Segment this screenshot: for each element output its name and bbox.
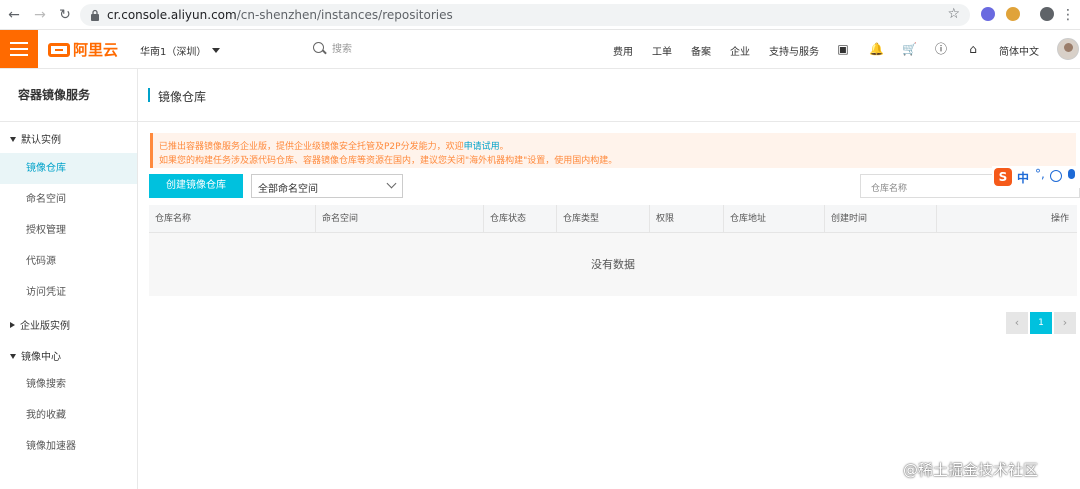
title-accent-bar — [148, 88, 150, 102]
region-selector[interactable]: 华南1（深圳） — [140, 43, 221, 58]
column-header: 仓库名称 — [149, 205, 316, 233]
pagination-prev-button[interactable]: ‹ — [1006, 312, 1028, 334]
browser-menu-icon[interactable]: ⋮ — [1058, 5, 1078, 25]
ime-punctuation-label[interactable]: °, — [1035, 167, 1045, 181]
nav-link-enterprise[interactable]: 企业 — [730, 43, 750, 58]
notice-line-2: 如果您的构建任务涉及源代码仓库、容器镜像仓库等资源在国内，建议您关闭"海外机器构… — [159, 156, 618, 166]
column-header: 仓库类型 — [557, 205, 650, 233]
search-placeholder: 搜索 — [332, 44, 352, 55]
watermark: @稀土掘金技术社区 — [903, 461, 1039, 479]
ime-toolbar[interactable]: S 中 °, — [992, 166, 1080, 188]
notice-line-1: 已推出容器镜像服务企业版，提供企业级镜像安全托管及P2P分发能力，欢迎申请试用。 — [159, 142, 509, 152]
caret-down-icon — [212, 48, 221, 57]
forward-icon[interactable]: → — [30, 5, 50, 25]
main-content: 镜像仓库 已推出容器镜像服务企业版，提供企业级镜像安全托管及P2P分发能力，欢迎… — [138, 69, 1080, 489]
language-switch[interactable]: 简体中文 — [999, 43, 1039, 58]
empty-state: 没有数据 — [149, 233, 1077, 296]
caret-right-icon — [10, 322, 15, 328]
sidebar-item-accelerator[interactable]: 镜像加速器 — [0, 431, 137, 462]
column-header: 操作 — [1050, 214, 1069, 224]
sidebar-item-credentials[interactable]: 访问凭证 — [0, 277, 137, 308]
nav-link-icp[interactable]: 备案 — [691, 43, 711, 58]
apply-trial-link[interactable]: 申请试用 — [464, 142, 500, 152]
nav-link-support[interactable]: 支持与服务 — [769, 43, 819, 58]
cart-icon[interactable]: 🛒 — [902, 42, 917, 56]
page-header: 镜像仓库 — [138, 69, 1080, 122]
page-title: 镜像仓库 — [158, 90, 207, 104]
sidebar-group-enterprise-instance[interactable]: 企业版实例 — [10, 317, 70, 332]
console-header: 阿里云 华南1（深圳） 搜索 费用 工单 备案 企业 支持与服务 ▣ 🔔 🛒 ⓘ… — [0, 30, 1080, 69]
column-header: 创建时间 — [825, 205, 937, 233]
menu-toggle-button[interactable] — [0, 30, 38, 68]
browser-toolbar: ← → ↻ cr.console.aliyun.com/cn-shenzhen/… — [0, 0, 1080, 30]
nav-link-tickets[interactable]: 工单 — [652, 43, 672, 58]
caret-down-icon — [10, 137, 16, 142]
notice-banner: 已推出容器镜像服务企业版，提供企业级镜像安全托管及P2P分发能力，欢迎申请试用。… — [150, 133, 1076, 168]
ime-mode-label[interactable]: 中 — [1017, 169, 1029, 186]
column-header: 仓库状态 — [484, 205, 557, 233]
pagination-next-button[interactable]: › — [1054, 312, 1076, 334]
user-avatar[interactable] — [1057, 38, 1079, 60]
url-text: cr.console.aliyun.com/cn-shenzhen/instan… — [107, 8, 453, 22]
sidebar: 容器镜像服务 默认实例 镜像仓库 命名空间 授权管理 代码源 访问凭证 企业版实… — [0, 69, 138, 489]
reload-icon[interactable]: ↻ — [55, 5, 75, 25]
column-header: 命名空间 — [316, 205, 484, 233]
back-icon[interactable]: ← — [4, 5, 24, 25]
nav-link-billing[interactable]: 费用 — [613, 43, 633, 58]
create-repository-button[interactable]: 创建镜像仓库 — [149, 174, 243, 198]
sidebar-group-image-center[interactable]: 镜像中心 — [10, 348, 61, 363]
sogou-logo-icon: S — [994, 168, 1012, 186]
sidebar-item-image-search[interactable]: 镜像搜索 — [0, 369, 137, 400]
help-icon[interactable]: ⓘ — [934, 42, 948, 56]
bell-icon[interactable]: 🔔 — [869, 42, 884, 56]
lock-icon — [91, 9, 99, 21]
extension-icon[interactable] — [981, 7, 995, 21]
table-header: 仓库名称 命名空间 仓库状态 仓库类型 权限 仓库地址 创建时间 操作 — [149, 205, 1077, 233]
aliyun-logo[interactable]: 阿里云 — [48, 39, 118, 59]
logo-mark-icon — [48, 42, 70, 57]
sidebar-group-default-instance[interactable]: 默认实例 — [10, 131, 61, 146]
profile-icon[interactable] — [1040, 7, 1054, 21]
sidebar-item-repositories[interactable]: 镜像仓库 — [0, 153, 137, 184]
namespace-select[interactable]: 全部命名空间 — [251, 174, 403, 198]
column-header: 仓库地址 — [724, 205, 825, 233]
home-icon[interactable]: ⌂ — [966, 42, 980, 56]
sidebar-item-code-source[interactable]: 代码源 — [0, 246, 137, 277]
column-header: 权限 — [650, 205, 724, 233]
sidebar-title: 容器镜像服务 — [0, 69, 137, 122]
extension-cookie-icon[interactable] — [1006, 7, 1020, 21]
pagination-page-button[interactable]: 1 — [1030, 312, 1052, 334]
emoji-icon[interactable] — [1050, 170, 1062, 182]
sidebar-item-authorization[interactable]: 授权管理 — [0, 215, 137, 246]
address-bar[interactable]: cr.console.aliyun.com/cn-shenzhen/instan… — [80, 4, 970, 26]
search-icon — [313, 42, 324, 53]
terminal-icon[interactable]: ▣ — [836, 42, 850, 56]
microphone-icon[interactable] — [1068, 169, 1075, 179]
global-search[interactable]: 搜索 — [313, 40, 352, 55]
chevron-down-icon — [386, 178, 397, 189]
bookmark-star-icon[interactable]: ☆ — [947, 6, 960, 22]
caret-down-icon — [10, 354, 16, 359]
sidebar-item-namespaces[interactable]: 命名空间 — [0, 184, 137, 215]
sidebar-item-favorites[interactable]: 我的收藏 — [0, 400, 137, 431]
